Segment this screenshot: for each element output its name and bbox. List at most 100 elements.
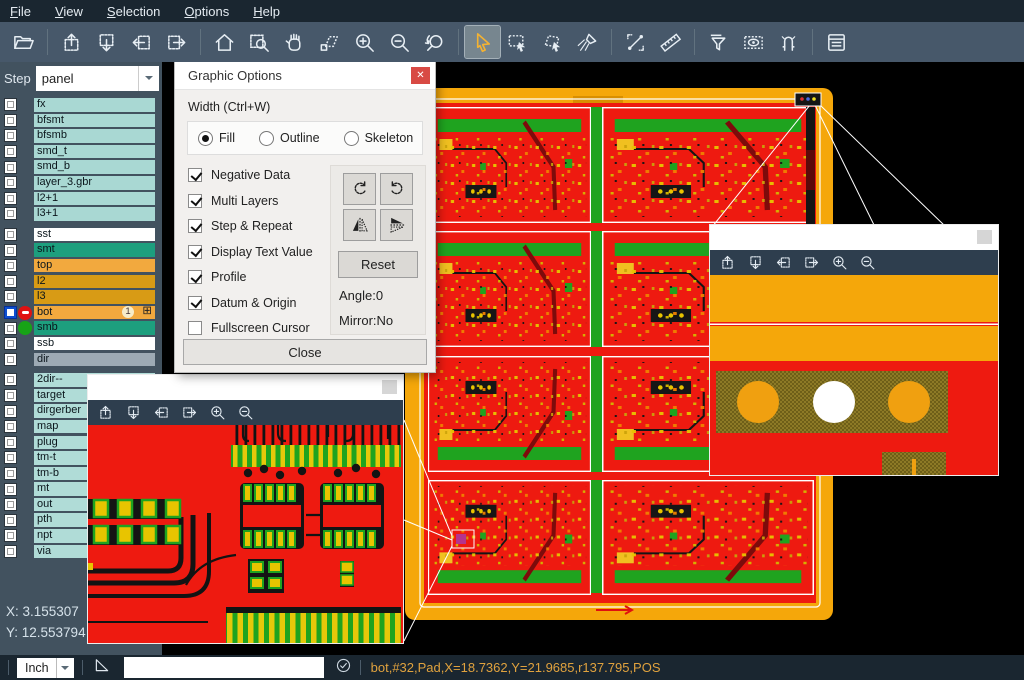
layer-checkbox[interactable] bbox=[4, 498, 17, 511]
radio-fill[interactable]: Fill bbox=[198, 131, 235, 146]
menu-view[interactable]: View bbox=[55, 4, 83, 19]
dialog-titlebar[interactable]: Graphic Options ✕ bbox=[175, 62, 435, 90]
layer-name[interactable]: fx bbox=[34, 98, 155, 112]
layer-checkbox[interactable] bbox=[4, 483, 17, 496]
zoom-polygon-button[interactable] bbox=[312, 26, 347, 58]
layer-checkbox[interactable] bbox=[4, 451, 17, 464]
layer-checkbox[interactable] bbox=[4, 514, 17, 527]
select-rectangle-button[interactable] bbox=[500, 26, 535, 58]
layer-checkbox[interactable] bbox=[4, 337, 17, 350]
rotate-cw-button[interactable] bbox=[343, 173, 376, 205]
magnifier-titlebar[interactable] bbox=[710, 225, 998, 250]
layer-row-smt[interactable]: smt bbox=[0, 242, 162, 258]
layer-row-fx[interactable]: fx bbox=[0, 97, 162, 113]
layer-name[interactable]: layer_3.gbr bbox=[34, 176, 155, 190]
measure-button[interactable] bbox=[618, 26, 653, 58]
step-select[interactable]: panel bbox=[36, 66, 159, 91]
layer-checkbox[interactable] bbox=[4, 228, 17, 241]
report-button[interactable] bbox=[819, 26, 854, 58]
zoom-out-icon[interactable] bbox=[237, 404, 254, 421]
layer-checkbox[interactable] bbox=[4, 259, 17, 272]
menu-options[interactable]: Options bbox=[184, 4, 229, 19]
command-input[interactable] bbox=[124, 657, 324, 678]
layer-checkbox[interactable] bbox=[4, 306, 17, 319]
zoom-out-icon[interactable] bbox=[859, 254, 876, 271]
layer-checkbox[interactable] bbox=[4, 129, 17, 142]
magnifier-content-pads[interactable] bbox=[710, 275, 998, 475]
pan-down-button[interactable] bbox=[89, 26, 124, 58]
layer-name[interactable]: sst bbox=[34, 228, 155, 242]
ruler-button[interactable] bbox=[653, 26, 688, 58]
magnifier-window-top-right[interactable] bbox=[710, 225, 998, 475]
rotate-ccw-button[interactable] bbox=[380, 173, 413, 205]
layer-row-l2[interactable]: l2 bbox=[0, 274, 162, 290]
layer-checkbox[interactable] bbox=[4, 145, 17, 158]
checkbox-fullscreen-cursor[interactable]: Fullscreen Cursor bbox=[188, 321, 330, 335]
layer-checkbox[interactable] bbox=[4, 420, 17, 433]
pan-left-button[interactable] bbox=[124, 26, 159, 58]
layer-name[interactable]: ssb bbox=[34, 337, 155, 351]
pan-right-icon[interactable] bbox=[803, 254, 820, 271]
layer-checkbox[interactable] bbox=[4, 207, 17, 220]
radio-outline[interactable]: Outline bbox=[259, 131, 320, 146]
pan-up-icon[interactable] bbox=[719, 254, 736, 271]
layer-checkbox[interactable] bbox=[4, 192, 17, 205]
layer-name[interactable]: smd_b bbox=[34, 160, 155, 174]
layer-row-l3[interactable]: l3 bbox=[0, 289, 162, 305]
checkbox-step-repeat[interactable]: Step & Repeat bbox=[188, 219, 330, 233]
pan-down-icon[interactable] bbox=[747, 254, 764, 271]
check-circle-icon[interactable] bbox=[335, 657, 352, 679]
layer-checkbox[interactable] bbox=[4, 436, 17, 449]
select-polygon-button[interactable] bbox=[535, 26, 570, 58]
layer-row-l3+1[interactable]: l3+1 bbox=[0, 206, 162, 222]
layer-name[interactable]: l2 bbox=[34, 275, 155, 289]
home-view-button[interactable] bbox=[207, 26, 242, 58]
corner-mode-icon[interactable] bbox=[93, 656, 111, 679]
layer-row-smd_t[interactable]: smd_t bbox=[0, 144, 162, 160]
layer-name[interactable]: bfsmb bbox=[34, 129, 155, 143]
filter-button[interactable] bbox=[701, 26, 736, 58]
magnifier-window-bottom-left[interactable] bbox=[88, 375, 403, 643]
layer-checkbox[interactable] bbox=[4, 389, 17, 402]
pan-right-button[interactable] bbox=[159, 26, 194, 58]
layer-row-l2+1[interactable]: l2+1 bbox=[0, 191, 162, 207]
zoom-in-button[interactable] bbox=[347, 26, 382, 58]
layer-name[interactable]: bot1⊞ bbox=[34, 306, 155, 320]
mirror-vertical-button[interactable] bbox=[343, 209, 376, 241]
layer-row-sst[interactable]: sst bbox=[0, 227, 162, 243]
layer-name[interactable]: l3+1 bbox=[34, 207, 155, 221]
layer-row-ssb[interactable]: ssb bbox=[0, 336, 162, 352]
layer-name[interactable]: top bbox=[34, 259, 155, 273]
layer-checkbox[interactable] bbox=[4, 545, 17, 558]
magnifier-content-traces[interactable] bbox=[88, 425, 403, 643]
layer-row-layer_3.gbr[interactable]: layer_3.gbr bbox=[0, 175, 162, 191]
layer-row-bfsmt[interactable]: bfsmt bbox=[0, 113, 162, 129]
layer-name[interactable]: l2+1 bbox=[34, 192, 155, 206]
open-file-button[interactable] bbox=[6, 26, 41, 58]
layer-name[interactable]: smb bbox=[34, 321, 155, 335]
layer-checkbox[interactable] bbox=[4, 529, 17, 542]
clean-brush-button[interactable] bbox=[570, 26, 605, 58]
layer-name[interactable]: bfsmt bbox=[34, 114, 155, 128]
layer-name[interactable]: dir bbox=[34, 353, 155, 367]
zoom-in-icon[interactable] bbox=[831, 254, 848, 271]
checkbox-multi-layers[interactable]: Multi Layers bbox=[188, 194, 330, 208]
layer-checkbox[interactable] bbox=[4, 322, 17, 335]
layer-name[interactable]: smt bbox=[34, 243, 155, 257]
pan-up-icon[interactable] bbox=[97, 404, 114, 421]
magnifier-titlebar[interactable] bbox=[88, 375, 403, 400]
view-box-button[interactable] bbox=[736, 26, 771, 58]
layer-checkbox[interactable] bbox=[4, 467, 17, 480]
checkbox-profile[interactable]: Profile bbox=[188, 270, 330, 284]
layer-row-smd_b[interactable]: smd_b bbox=[0, 159, 162, 175]
select-cursor-button[interactable] bbox=[465, 26, 500, 58]
pan-left-icon[interactable] bbox=[775, 254, 792, 271]
layer-name[interactable]: smd_t bbox=[34, 145, 155, 159]
reset-button[interactable]: Reset bbox=[338, 251, 418, 278]
window-button[interactable] bbox=[977, 230, 992, 244]
pan-left-icon[interactable] bbox=[153, 404, 170, 421]
layer-row-smb[interactable]: smb bbox=[0, 320, 162, 336]
snap-magnet-button[interactable] bbox=[771, 26, 806, 58]
mirror-horizontal-button[interactable] bbox=[380, 209, 413, 241]
pan-down-icon[interactable] bbox=[125, 404, 142, 421]
